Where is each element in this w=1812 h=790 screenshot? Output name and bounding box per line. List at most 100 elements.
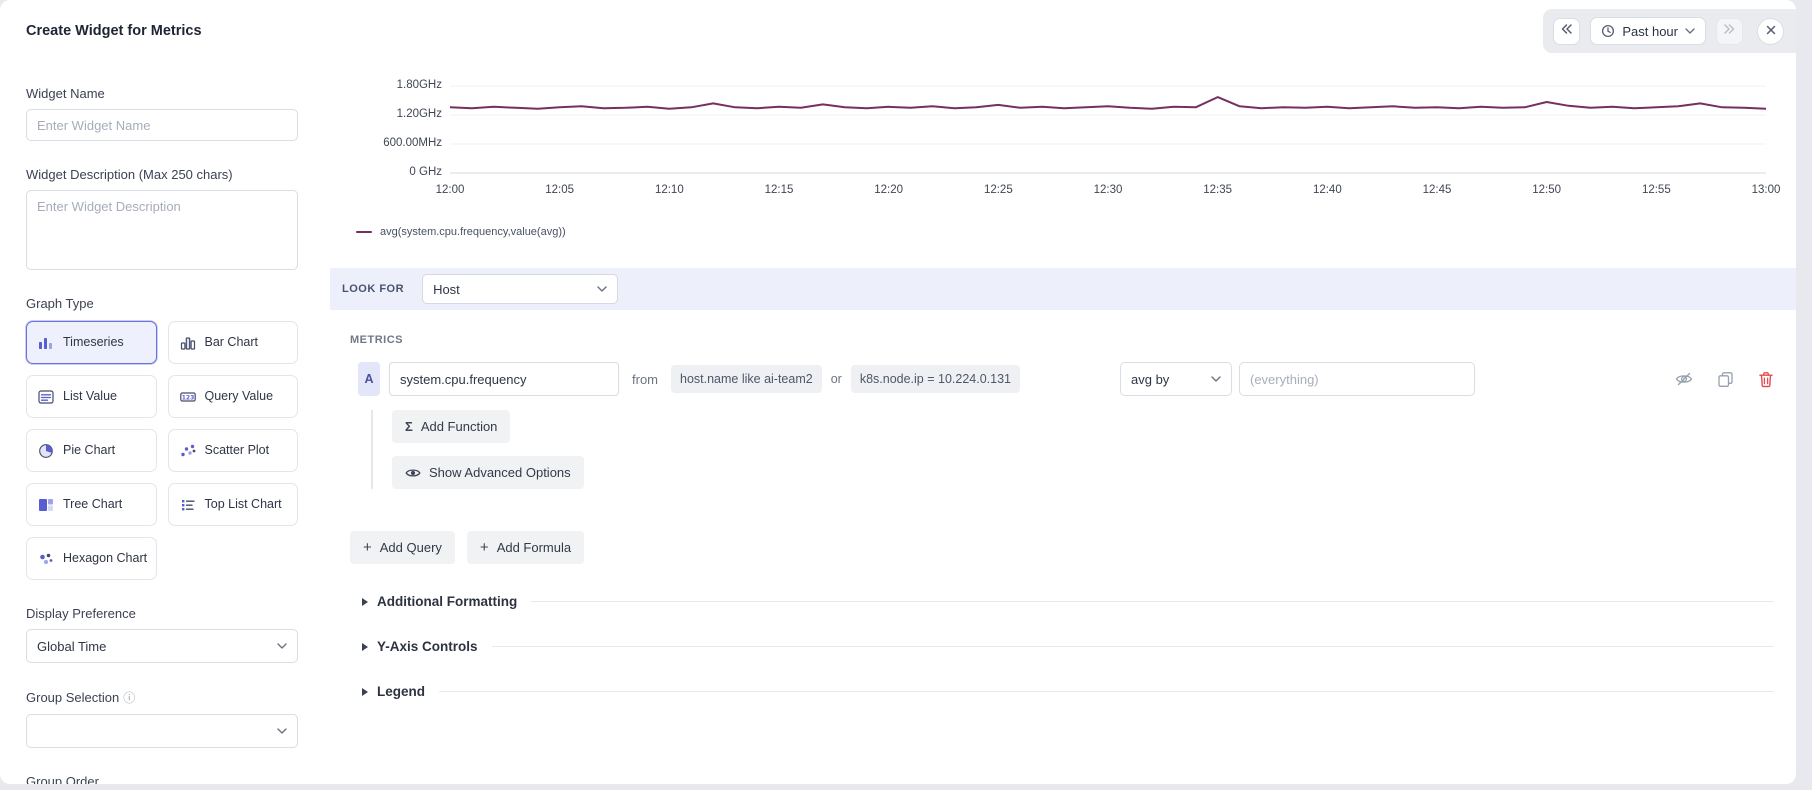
graph-type-label-text: Scatter Plot — [204, 443, 270, 458]
widget-description-input[interactable] — [26, 190, 298, 270]
filter-join-label: or — [830, 372, 842, 386]
display-preference-select[interactable]: Global Time — [26, 629, 298, 663]
chart-legend[interactable]: avg(system.cpu.frequency,value(avg)) — [356, 226, 1796, 238]
section-additional-formatting[interactable]: Additional Formatting — [362, 594, 1774, 609]
graph-type-label: Graph Type — [26, 296, 94, 311]
widget-name-input[interactable] — [26, 109, 298, 141]
time-forward-button[interactable] — [1716, 17, 1743, 45]
y-axis-tick-label: 1.80GHz — [396, 79, 442, 91]
filter-tag[interactable]: k8s.node.ip = 10.224.0.131 — [850, 365, 1020, 393]
x-axis-tick-label: 12:10 — [654, 184, 684, 196]
group-selection-label: Group Selection ⓘ — [26, 690, 136, 705]
add-query-button[interactable]: + Add Query — [350, 531, 455, 564]
look-for-value: Host — [433, 281, 460, 297]
chart-plot-area[interactable] — [450, 76, 1766, 176]
x-axis-tick-label: 12:20 — [874, 184, 904, 196]
legend-series-name: avg(system.cpu.frequency,value(avg)) — [380, 226, 566, 238]
add-formula-button[interactable]: + Add Formula — [466, 531, 585, 564]
x-axis-tick-label: 12:45 — [1422, 184, 1452, 196]
display-preference-value: Global Time — [37, 638, 107, 654]
group-selection-select[interactable] — [26, 714, 298, 748]
look-for-bar: LOOK FOR Host — [330, 268, 1796, 310]
widget-description-label: Widget Description (Max 250 chars) — [26, 167, 233, 182]
group-by-input[interactable] — [1239, 362, 1475, 396]
filter-tag[interactable]: host.name like ai-team2 — [671, 365, 822, 393]
graph-type-query-value[interactable]: 123 Query Value — [167, 375, 298, 418]
info-icon: ⓘ — [123, 691, 136, 705]
copy-query-button[interactable] — [1717, 371, 1734, 388]
graph-type-label-text: Tree Chart — [63, 497, 123, 512]
close-button[interactable] — [1757, 17, 1784, 45]
query-letter-badge[interactable]: A — [358, 362, 380, 396]
x-axis-tick-label: 12:35 — [1203, 184, 1233, 196]
widget-settings-sidebar: Widget Name Widget Description (Max 250 … — [0, 62, 330, 784]
aggregation-select[interactable]: avg by — [1120, 362, 1232, 396]
x-axis-tick-label: 12:55 — [1641, 184, 1671, 196]
metrics-label: METRICS — [350, 334, 403, 346]
section-label: Y-Axis Controls — [377, 639, 478, 654]
query-add-row: + Add Query + Add Formula — [350, 531, 1774, 564]
modal-header: Create Widget for Metrics Past hour — [0, 0, 1796, 62]
chart-y-axis: 1.80GHz 1.20GHz 600.00MHz 0 GHz — [330, 76, 450, 178]
svg-text:123: 123 — [181, 394, 194, 401]
chevrons-left-icon — [1560, 22, 1573, 40]
time-range-select[interactable]: Past hour — [1590, 17, 1706, 45]
section-y-axis-controls[interactable]: Y-Axis Controls — [362, 639, 1774, 654]
add-function-button[interactable]: Σ Add Function — [392, 410, 511, 443]
x-axis-tick-label: 12:30 — [1093, 184, 1123, 196]
plus-icon: + — [363, 539, 372, 556]
pie-chart-icon — [37, 442, 55, 460]
x-axis-tick-label: 13:00 — [1751, 184, 1781, 196]
query-value-icon: 123 — [179, 388, 197, 406]
graph-type-list-value[interactable]: List Value — [26, 375, 157, 418]
chevrons-right-icon — [1723, 22, 1736, 40]
graph-type-label-text: Query Value — [204, 389, 274, 404]
tree-chart-icon — [37, 496, 55, 514]
graph-type-label-text: Timeseries — [63, 335, 124, 350]
time-back-button[interactable] — [1553, 17, 1581, 45]
x-axis-tick-label: 12:00 — [435, 184, 465, 196]
section-divider — [491, 646, 1774, 647]
x-axis-tick-label: 12:05 — [545, 184, 575, 196]
section-divider — [531, 601, 1774, 602]
query-sub-actions: Σ Add Function Show Advanced Options — [371, 410, 1774, 489]
section-label: Additional Formatting — [377, 594, 518, 609]
graph-type-grid: Timeseries Bar Chart List Value 123 Quer… — [26, 321, 298, 580]
y-axis-tick-label: 600.00MHz — [383, 137, 442, 149]
show-advanced-options-button[interactable]: Show Advanced Options — [392, 456, 584, 489]
scatter-plot-icon — [179, 442, 197, 460]
widget-name-label: Widget Name — [26, 86, 105, 101]
y-axis-tick-label: 1.20GHz — [396, 108, 442, 120]
graph-type-label-text: Hexagon Chart — [63, 551, 148, 566]
graph-type-tree-chart[interactable]: Tree Chart — [26, 483, 157, 526]
add-formula-label: Add Formula — [496, 540, 572, 555]
graph-type-scatter-plot[interactable]: Scatter Plot — [167, 429, 298, 472]
graph-type-top-list-chart[interactable]: Top List Chart — [167, 483, 298, 526]
section-legend[interactable]: Legend — [362, 684, 1774, 699]
aggregation-value: avg by — [1131, 371, 1170, 387]
graph-type-hexagon-chart[interactable]: Hexagon Chart — [26, 537, 157, 580]
chevron-down-icon — [277, 728, 287, 734]
delete-query-button[interactable] — [1758, 371, 1774, 388]
show-advanced-options-label: Show Advanced Options — [429, 465, 571, 480]
x-axis-tick-label: 12:40 — [1312, 184, 1342, 196]
add-function-label: Add Function — [420, 419, 498, 434]
add-query-label: Add Query — [379, 540, 442, 555]
x-axis-tick-label: 12:50 — [1532, 184, 1562, 196]
metrics-section: METRICS A from host.name like ai-team2 o… — [330, 310, 1796, 699]
chevron-down-icon — [277, 643, 287, 649]
look-for-select[interactable]: Host — [422, 274, 619, 304]
x-axis-tick-label: 12:15 — [764, 184, 794, 196]
create-widget-modal: Create Widget for Metrics Past hour Widg… — [0, 0, 1796, 784]
page-title: Create Widget for Metrics — [26, 23, 202, 39]
metric-name-input[interactable] — [389, 362, 619, 396]
chart-x-axis: 12:00 12:05 12:10 12:15 12:20 12:25 12:30 12:35… — [436, 184, 1781, 200]
hide-query-button[interactable] — [1675, 370, 1693, 388]
graph-type-pie-chart[interactable]: Pie Chart — [26, 429, 157, 472]
top-list-chart-icon — [179, 496, 197, 514]
graph-type-timeseries[interactable]: Timeseries — [26, 321, 157, 364]
section-divider — [439, 691, 1774, 692]
graph-type-label-text: Pie Chart — [63, 443, 116, 458]
graph-type-bar-chart[interactable]: Bar Chart — [167, 321, 298, 364]
chevron-right-icon — [362, 642, 368, 651]
